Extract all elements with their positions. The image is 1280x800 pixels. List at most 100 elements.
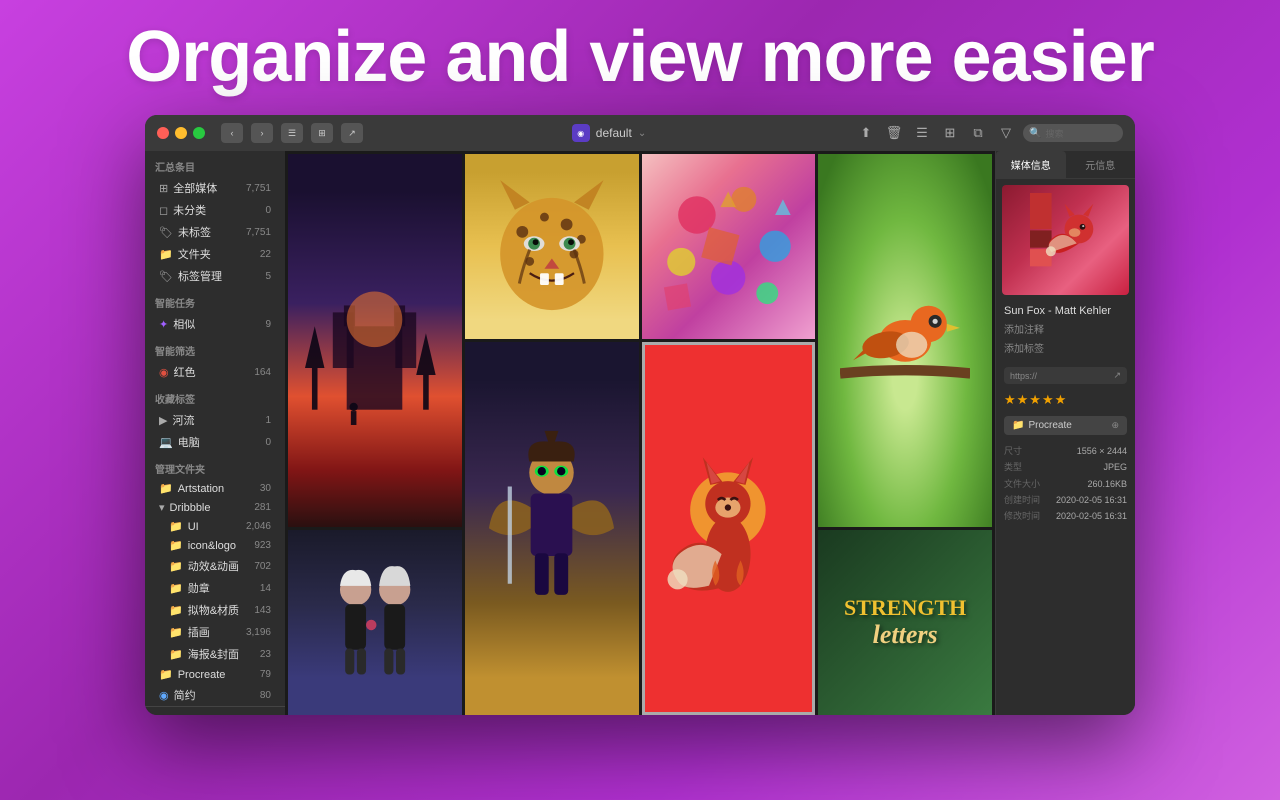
url-text: https:// bbox=[1010, 371, 1037, 381]
close-button[interactable] bbox=[157, 127, 169, 139]
material-count: 143 bbox=[254, 605, 271, 616]
modified-label: 修改时间 bbox=[1004, 508, 1040, 524]
meta-row-modified: 修改时间 2020-02-05 16:31 bbox=[1004, 508, 1127, 524]
window-icon[interactable]: ⧉ bbox=[967, 123, 989, 143]
created-value: 2020-02-05 16:31 bbox=[1056, 492, 1127, 508]
ui-label: UI bbox=[188, 521, 241, 533]
sidebar-item-river[interactable]: ▶ 河流 1 bbox=[149, 409, 281, 431]
panel-url-bar[interactable]: https:// ↗ bbox=[1004, 367, 1127, 384]
columns-icon[interactable]: ⊞ bbox=[939, 123, 961, 143]
sidebar-item-procreate[interactable]: 📁 Procreate 79 bbox=[149, 665, 281, 684]
tab-media-info[interactable]: 媒体信息 bbox=[996, 151, 1066, 178]
modified-value: 2020-02-05 16:31 bbox=[1056, 508, 1127, 524]
panel-artwork-title: Sun Fox - Matt Kehler bbox=[1004, 305, 1127, 317]
badge-label: 勋章 bbox=[188, 580, 255, 596]
expand-icon: ⊕ bbox=[1111, 420, 1119, 431]
panel-tag-button[interactable]: 📁 Procreate ⊕ bbox=[1004, 416, 1127, 435]
grid-cell-girl-colorful[interactable] bbox=[288, 530, 462, 715]
sidebar-item-dribbble[interactable]: ▾ Dribbble 281 bbox=[149, 498, 281, 517]
traffic-lights bbox=[157, 127, 205, 139]
all-media-count: 7,751 bbox=[246, 183, 271, 194]
filter-icon[interactable]: ▽ bbox=[995, 123, 1017, 143]
right-panel: 媒体信息 元信息 bbox=[995, 151, 1135, 715]
red-count: 164 bbox=[254, 367, 271, 378]
trash-icon[interactable]: 🗑 bbox=[883, 123, 905, 143]
untagged-icon: 🏷 bbox=[159, 226, 173, 239]
fullscreen-button[interactable] bbox=[193, 127, 205, 139]
sidebar-item-minimal[interactable]: ◉ 简约 80 bbox=[149, 684, 281, 706]
nav-forward-button[interactable]: › bbox=[251, 123, 273, 143]
grid-cell-fox[interactable] bbox=[642, 342, 816, 715]
grid-view-button[interactable]: ⊞ bbox=[311, 123, 333, 143]
share-icon[interactable]: ⬆ bbox=[855, 123, 877, 143]
tags-count: 5 bbox=[265, 271, 271, 282]
fullscreen-view-button[interactable]: ↗ bbox=[341, 123, 363, 143]
dribbble-label: Dribbble bbox=[170, 502, 250, 514]
sidebar-item-all-media[interactable]: ⊞ 全部媒体 7,751 bbox=[149, 177, 281, 199]
illust-count: 3,196 bbox=[246, 627, 271, 638]
sidebar-item-similar[interactable]: ✦ 相似 9 bbox=[149, 313, 281, 335]
folder-icon: 📁 bbox=[159, 248, 173, 261]
grid-cell-cheetah[interactable] bbox=[465, 154, 639, 339]
grid-cell-strength[interactable]: STRENGTH letters bbox=[818, 530, 992, 715]
sidebar-section-aggregate: 汇总条目 bbox=[145, 151, 285, 177]
sidebar-item-poster[interactable]: 📁 海报&封面 23 bbox=[149, 643, 281, 665]
ui-folder-icon: 📁 bbox=[169, 520, 183, 533]
river-label: 河流 bbox=[172, 412, 260, 428]
grid-cell-warrior[interactable] bbox=[465, 342, 639, 715]
image-grid: STRENGTH letters bbox=[285, 151, 995, 715]
main-layout: 汇总条目 ⊞ 全部媒体 7,751 ◻ 未分类 0 🏷 未标签 7,751 📁 … bbox=[145, 151, 1135, 715]
headline: Organize and view more easier bbox=[126, 18, 1153, 97]
minimal-label: 简约 bbox=[174, 687, 255, 703]
size-label: 尺寸 bbox=[1004, 443, 1022, 459]
list-icon[interactable]: ☰ bbox=[911, 123, 933, 143]
sidebar-item-untagged[interactable]: 🏷 未标签 7,751 bbox=[149, 221, 281, 243]
sidebar-item-animation[interactable]: 📁 动效&动画 702 bbox=[149, 555, 281, 577]
sidebar-item-iconlogo[interactable]: 📁 icon&logo 923 bbox=[149, 536, 281, 555]
panel-add-tag[interactable]: 添加标签 bbox=[1004, 340, 1127, 355]
sidebar-item-tags[interactable]: 🏷 标签管理 5 bbox=[149, 265, 281, 287]
folder-tag-icon: 📁 bbox=[1012, 420, 1024, 431]
filesize-value: 260.16KB bbox=[1087, 476, 1127, 492]
procreate-label: Procreate bbox=[178, 669, 255, 681]
minimize-button[interactable] bbox=[175, 127, 187, 139]
river-count: 1 bbox=[265, 415, 271, 426]
dribbble-collapse-icon: ▾ bbox=[159, 501, 165, 514]
grid-icon: ⊞ bbox=[159, 182, 168, 195]
meta-row-created: 创建时间 2020-02-05 16:31 bbox=[1004, 492, 1127, 508]
uncategorized-count: 0 bbox=[265, 205, 271, 216]
search-bar[interactable]: 🔍 搜索 bbox=[1023, 124, 1123, 142]
sidebar-item-illustration[interactable]: 📁 插画 3,196 bbox=[149, 621, 281, 643]
panel-add-note[interactable]: 添加注释 bbox=[1004, 321, 1127, 336]
sidebar-item-folders[interactable]: 📁 文件夹 22 bbox=[149, 243, 281, 265]
panel-title-block: Sun Fox - Matt Kehler 添加注释 添加标签 bbox=[996, 301, 1135, 363]
ai-icon: ✦ bbox=[159, 318, 168, 331]
meta-row-type: 类型 JPEG bbox=[1004, 459, 1127, 475]
grid-cell-castle[interactable] bbox=[288, 154, 462, 527]
sidebar-item-ui[interactable]: 📁 UI 2,046 bbox=[149, 517, 281, 536]
poster-count: 23 bbox=[260, 649, 271, 660]
sidebar-item-badge[interactable]: 📁 勋章 14 bbox=[149, 577, 281, 599]
grid-cell-bird[interactable] bbox=[818, 154, 992, 527]
sidebar-item-red[interactable]: ◉ 红色 164 bbox=[149, 361, 281, 383]
sidebar-item-material[interactable]: 📁 拟物&材质 143 bbox=[149, 599, 281, 621]
sidebar-item-computer[interactable]: 💻 电脑 0 bbox=[149, 431, 281, 453]
type-value: JPEG bbox=[1103, 459, 1127, 475]
folders-label: 文件夹 bbox=[178, 246, 255, 262]
computer-label: 电脑 bbox=[178, 434, 261, 450]
tab-meta-info[interactable]: 元信息 bbox=[1066, 151, 1136, 178]
poster-folder-icon: 📁 bbox=[169, 648, 183, 661]
list-view-button[interactable]: ☰ bbox=[281, 123, 303, 143]
tags-icon: 🏷 bbox=[159, 270, 173, 283]
sidebar-item-uncategorized[interactable]: ◻ 未分类 0 bbox=[149, 199, 281, 221]
sidebar-item-artstation[interactable]: 📁 Artstation 30 bbox=[149, 479, 281, 498]
red-label: 红色 bbox=[174, 364, 250, 380]
sidebar-search[interactable]: 🔍 搜索 bbox=[145, 706, 285, 715]
search-placeholder: 搜索 bbox=[1045, 127, 1063, 140]
nav-back-button[interactable]: ‹ bbox=[221, 123, 243, 143]
panel-stars[interactable]: ★★★★★ bbox=[996, 388, 1135, 412]
similar-label: 相似 bbox=[173, 316, 260, 332]
animation-count: 702 bbox=[254, 561, 271, 572]
search-icon: 🔍 bbox=[1029, 128, 1041, 139]
grid-cell-pattern[interactable] bbox=[642, 154, 816, 339]
